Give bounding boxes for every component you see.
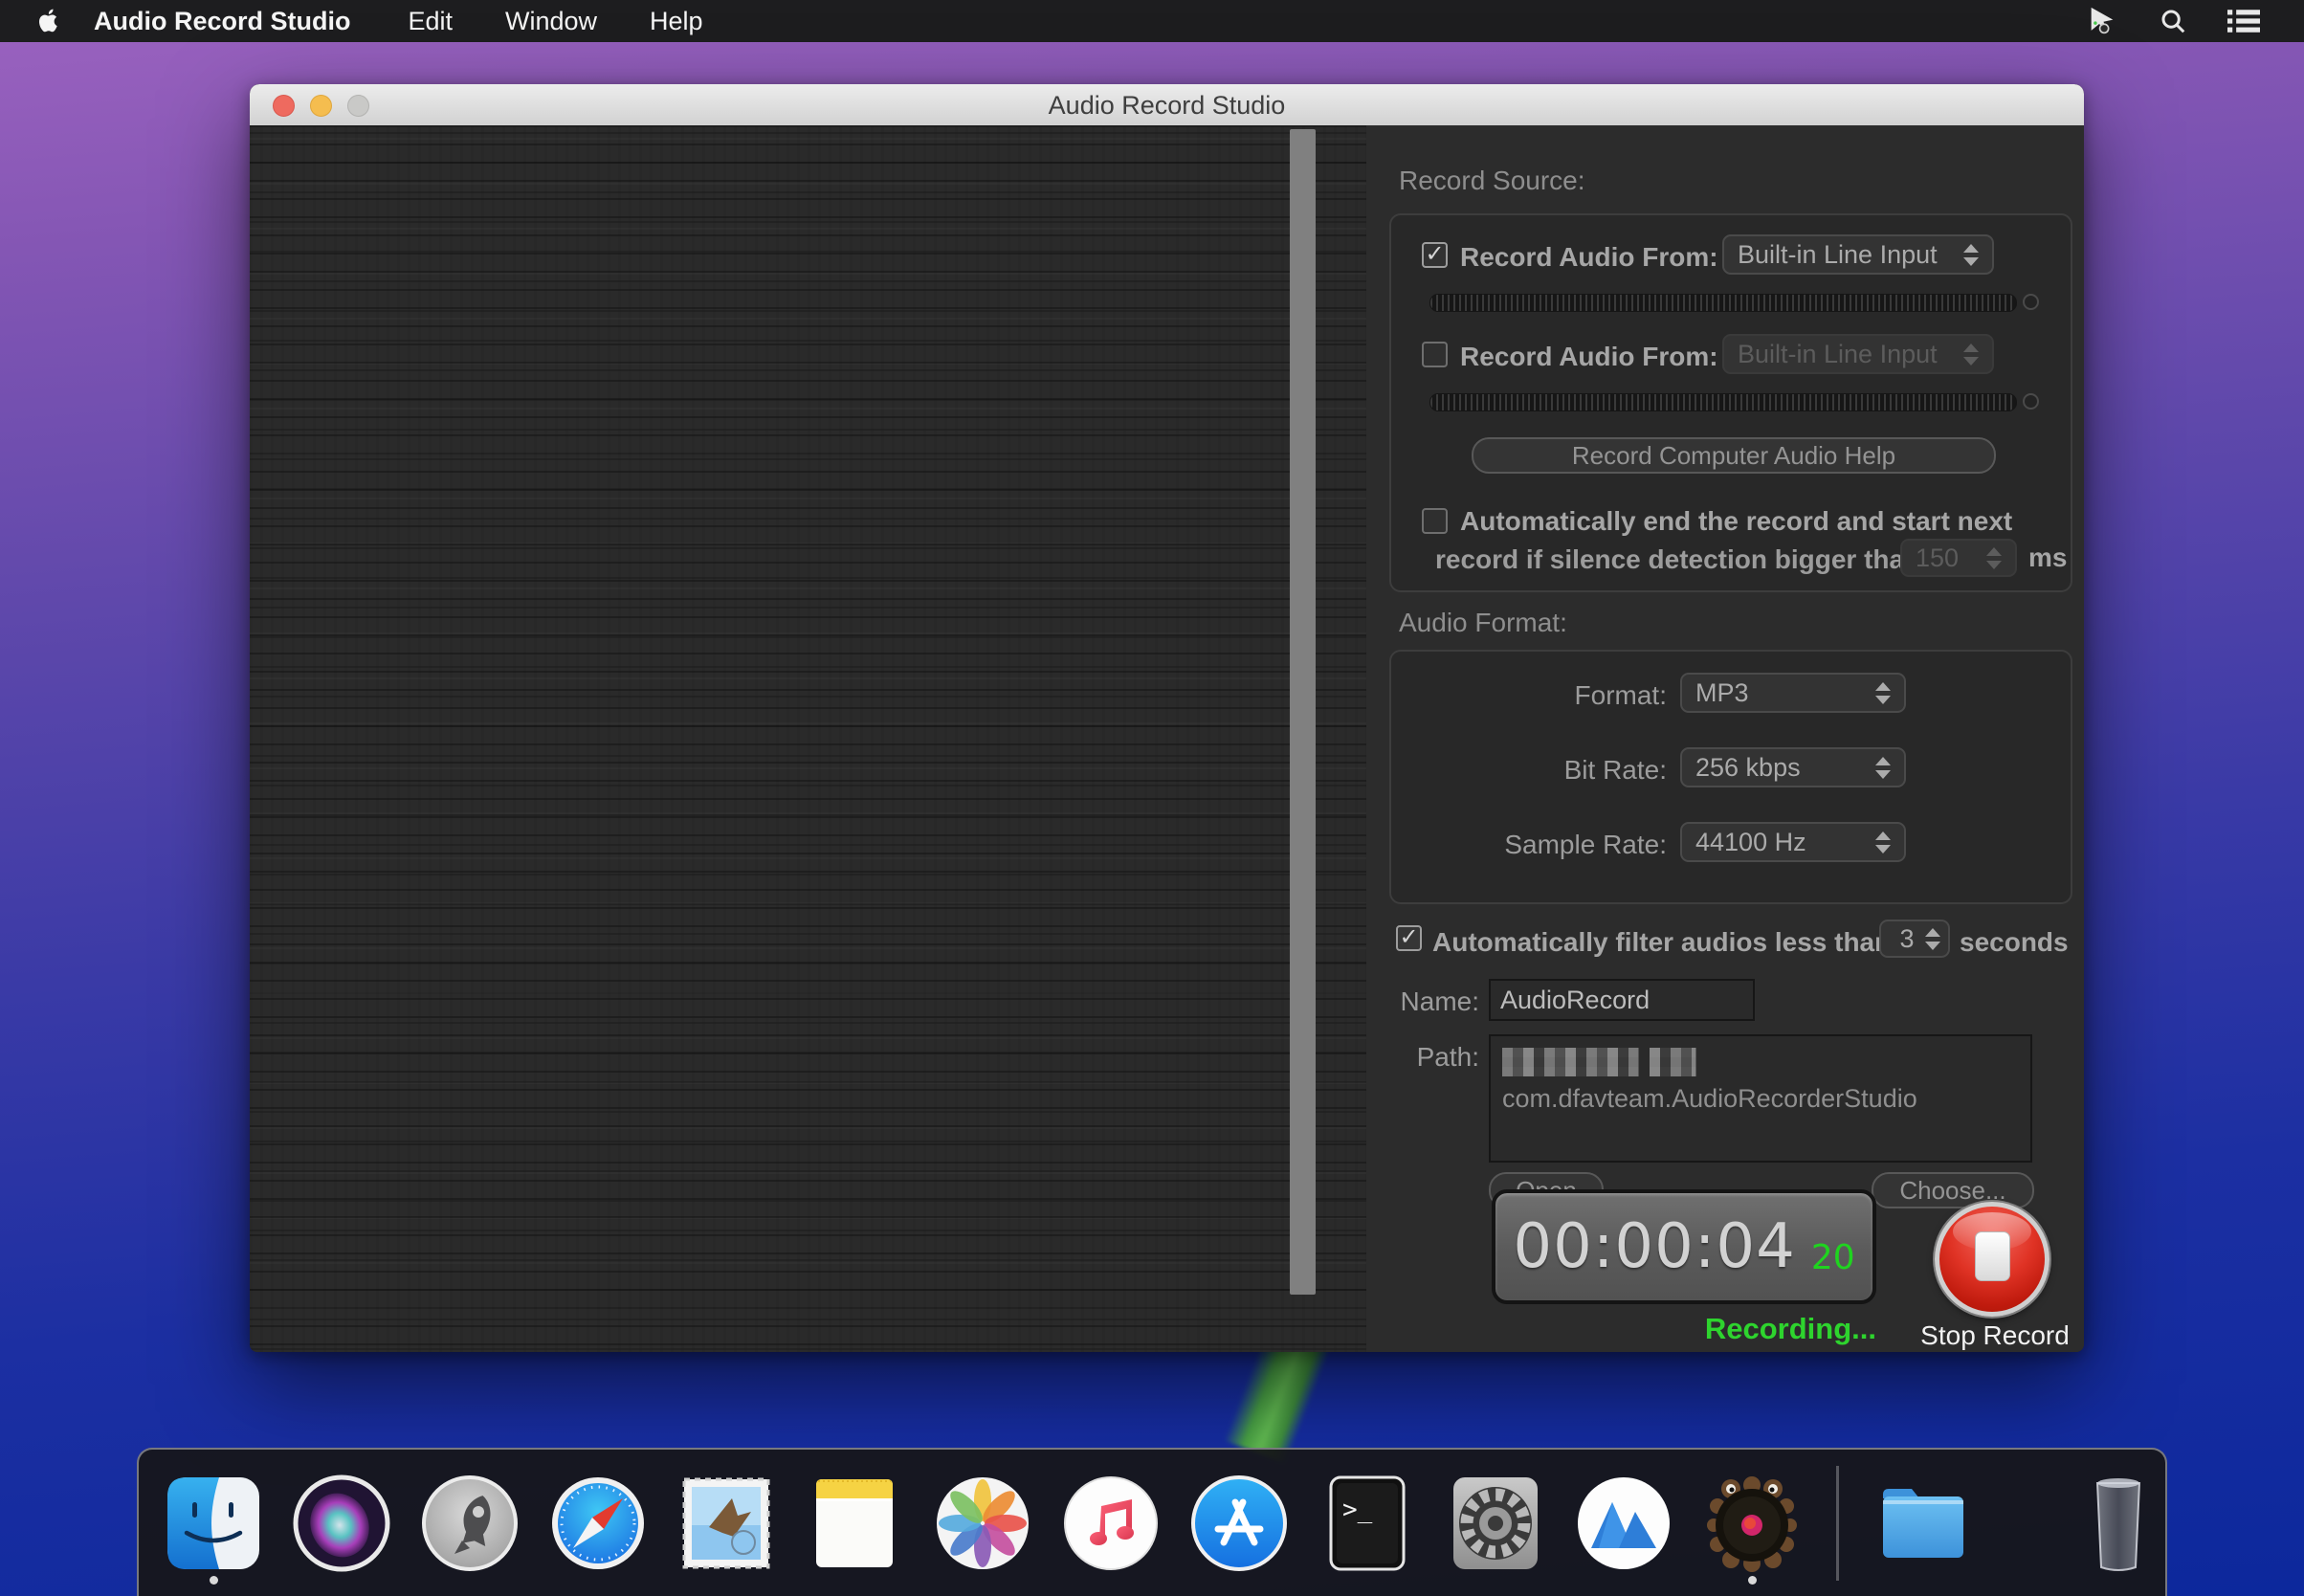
scrollbar-thumb[interactable]	[1290, 129, 1316, 1295]
stepper-icon	[1963, 244, 1979, 266]
menu-item-edit[interactable]: Edit	[408, 7, 453, 36]
dock-audio-record-studio-icon[interactable]	[1702, 1474, 1802, 1573]
dock-separator	[1836, 1466, 1839, 1581]
filter-short-audios-checkbox[interactable]: ✓	[1396, 925, 1422, 951]
dock-mountain-app-icon[interactable]	[1574, 1474, 1673, 1573]
seconds-label: seconds	[1960, 927, 2069, 958]
stepper-icon	[1963, 344, 1979, 366]
dock-safari-icon[interactable]	[548, 1474, 648, 1573]
pointer-tool-icon[interactable]	[2086, 5, 2118, 37]
timer-display: 00:00:04 20	[1492, 1189, 1876, 1304]
menu-item-window[interactable]: Window	[505, 7, 597, 36]
input-device-2-value: Built-in Line Input	[1738, 340, 1963, 369]
audio-format-section-label: Audio Format:	[1399, 608, 1567, 638]
choose-button[interactable]: Choose...	[1872, 1172, 2034, 1208]
bitrate-dropdown[interactable]: 256 kbps	[1680, 747, 1906, 787]
title-bar[interactable]: Audio Record Studio	[250, 84, 2084, 126]
path-label: Path:	[1366, 1042, 1479, 1073]
checkbox-check-icon: ✓	[1425, 241, 1444, 267]
dock-system-preferences-icon[interactable]	[1446, 1474, 1545, 1573]
running-indicator	[210, 1576, 218, 1585]
dock-launchpad-icon[interactable]	[420, 1474, 520, 1573]
ms-label: ms	[2028, 543, 2067, 573]
stop-record-label: Stop Record	[1909, 1320, 2081, 1351]
dock-trash-icon[interactable]	[2069, 1474, 2168, 1573]
filter-seconds-stepper[interactable]: 3	[1879, 920, 1950, 958]
running-indicator	[1748, 1576, 1757, 1585]
record-source-groupbox: ✓ Record Audio From: Built-in Line Input…	[1389, 213, 2072, 592]
timer-time: 00:00:04	[1513, 1211, 1795, 1282]
record-audio-from-2-label: Record Audio From:	[1460, 342, 1718, 372]
window-title: Audio Record Studio	[250, 91, 2084, 121]
auto-end-line2: record if silence detection bigger than	[1435, 544, 1920, 575]
level-meter-2	[1429, 393, 2017, 411]
recording-status: Recording...	[1580, 1312, 1876, 1346]
samplerate-dropdown[interactable]: 44100 Hz	[1680, 822, 1906, 862]
menu-bar: Audio Record Studio Edit Window Help	[0, 0, 2304, 42]
record-audio-from-1-checkbox[interactable]: ✓	[1422, 242, 1448, 268]
recordings-list-area	[250, 125, 1366, 1352]
path-redacted-text	[1502, 1048, 1722, 1076]
auto-end-line1: Automatically end the record and start n…	[1460, 506, 2012, 537]
menu-app-name[interactable]: Audio Record Studio	[94, 7, 350, 36]
stepper-icon	[1925, 928, 1940, 950]
auto-end-record-checkbox[interactable]	[1422, 508, 1448, 534]
dock-photos-icon[interactable]	[933, 1474, 1032, 1573]
silence-ms-stepper: 150	[1900, 539, 2017, 577]
bitrate-label: Bit Rate:	[1391, 755, 1667, 786]
checkbox-check-icon: ✓	[1399, 924, 1418, 950]
app-window: Audio Record Studio Record Source: ✓ Rec…	[250, 84, 2084, 1352]
input-device-2-dropdown: Built-in Line Input	[1722, 334, 1994, 374]
dock-itunes-icon[interactable]	[1061, 1474, 1161, 1573]
name-field[interactable]: AudioRecord	[1489, 979, 1755, 1021]
level-meter-2-peak-led	[2023, 393, 2039, 410]
svg-text:>_: >_	[1342, 1496, 1373, 1524]
record-computer-audio-help-button[interactable]: Record Computer Audio Help	[1472, 437, 1996, 474]
input-device-1-dropdown[interactable]: Built-in Line Input	[1722, 234, 1994, 275]
audio-format-groupbox: Format: MP3 Bit Rate: 256 kbps Sample Ra…	[1389, 650, 2072, 904]
input-device-1-value: Built-in Line Input	[1738, 240, 1963, 270]
dock-finder-icon[interactable]	[164, 1474, 263, 1573]
samplerate-label: Sample Rate:	[1391, 830, 1667, 860]
stepper-icon	[1875, 757, 1891, 779]
stop-record-button[interactable]	[1935, 1202, 2049, 1317]
filter-short-audios-label: Automatically filter audios less than	[1432, 927, 1891, 958]
record-audio-from-1-label: Record Audio From:	[1460, 242, 1718, 273]
timer-frames: 20	[1811, 1238, 1855, 1277]
name-label: Name:	[1366, 986, 1479, 1017]
format-label: Format:	[1391, 680, 1667, 711]
filter-seconds-value: 3	[1889, 924, 1925, 954]
level-meter-1	[1429, 294, 2017, 312]
stepper-icon	[1986, 547, 2002, 569]
record-source-section-label: Record Source:	[1399, 166, 1585, 196]
stepper-icon	[1875, 682, 1891, 704]
path-box: com.dfavteam.AudioRecorderStudio	[1489, 1034, 2032, 1163]
dock-terminal-icon[interactable]: >_	[1318, 1474, 1417, 1573]
dock: >_	[137, 1448, 2167, 1596]
control-panel: Record Source: ✓ Record Audio From: Buil…	[1366, 125, 2084, 1352]
samplerate-value: 44100 Hz	[1695, 828, 1875, 857]
dock-siri-icon[interactable]	[292, 1474, 391, 1573]
stepper-icon	[1875, 831, 1891, 853]
dock-folder-icon[interactable]	[1873, 1474, 1973, 1573]
menu-item-help[interactable]: Help	[650, 7, 703, 36]
silence-ms-value: 150	[1916, 543, 1986, 573]
apple-menu-icon[interactable]	[33, 7, 57, 35]
dock-app-store-icon[interactable]	[1189, 1474, 1289, 1573]
search-icon[interactable]	[2159, 7, 2187, 35]
level-meter-1-peak-led	[2023, 294, 2039, 310]
list-menu-icon[interactable]	[2227, 7, 2260, 35]
format-dropdown[interactable]: MP3	[1680, 673, 1906, 713]
record-audio-from-2-checkbox[interactable]	[1422, 342, 1448, 367]
dock-mail-icon[interactable]	[676, 1474, 776, 1573]
stop-icon	[1975, 1231, 2010, 1281]
dock-notes-icon[interactable]	[805, 1474, 904, 1573]
format-value: MP3	[1695, 678, 1875, 708]
path-bundle-id: com.dfavteam.AudioRecorderStudio	[1502, 1084, 1917, 1114]
bitrate-value: 256 kbps	[1695, 753, 1875, 783]
